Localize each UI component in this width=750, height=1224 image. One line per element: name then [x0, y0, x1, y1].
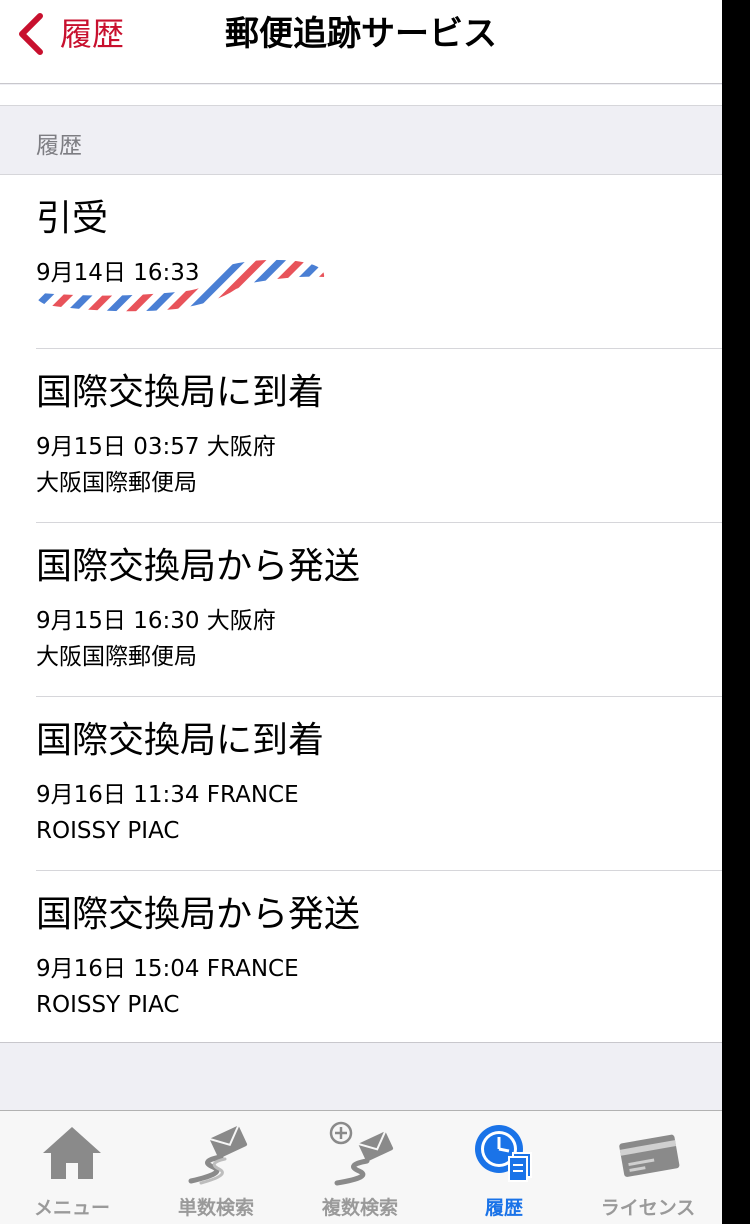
tab-bar: メニュー 単数検索 複数検索 履歴 ライセンス [0, 1110, 722, 1224]
tab-menu[interactable]: メニュー [0, 1111, 144, 1224]
history-row[interactable]: 国際交換局から発送 9月15日 16:30 大阪府 大阪国際郵便局 [0, 523, 722, 697]
screen-edge [722, 0, 750, 1224]
section-header-label: 履歴 [36, 133, 82, 159]
history-detail: 9月15日 03:57 大阪府 [36, 434, 276, 460]
home-icon [43, 1127, 101, 1179]
history-status: 引受 [36, 198, 109, 239]
history-row[interactable]: 国際交換局に到着 9月15日 03:57 大阪府 大阪国際郵便局 [0, 349, 722, 523]
tab-license[interactable]: ライセンス [576, 1111, 720, 1224]
section-header: 履歴 [0, 105, 722, 175]
history-detail: 9月16日 15:04 FRANCE [36, 956, 299, 982]
history-status: 国際交換局から発送 [36, 894, 361, 935]
tab-label: 履歴 [484, 1197, 523, 1219]
history-status: 国際交換局から発送 [36, 546, 361, 587]
page-title: 郵便追跡サービス [225, 14, 497, 54]
history-detail: 9月15日 16:30 大阪府 [36, 608, 276, 634]
history-office: ROISSY PIAC [36, 818, 180, 844]
tab-multi-search[interactable]: 複数検索 [288, 1111, 432, 1224]
tab-label: 複数検索 [321, 1197, 398, 1219]
single-search-icon [188, 1124, 248, 1185]
history-office: 大阪国際郵便局 [36, 644, 197, 670]
history-status: 国際交換局に到着 [36, 372, 325, 413]
history-status: 国際交換局に到着 [36, 720, 325, 761]
history-office: ROISSY PIAC [36, 992, 180, 1018]
navigation-bar: 履歴 郵便追跡サービス [0, 0, 722, 84]
history-detail: 9月16日 11:34 FRANCE [36, 782, 299, 808]
history-row[interactable]: 引受 9月14日 16:33 [0, 175, 722, 349]
history-row[interactable]: 国際交換局から発送 9月16日 15:04 FRANCE ROISSY PIAC [0, 871, 722, 1043]
history-row[interactable]: 国際交換局に到着 9月16日 11:34 FRANCE ROISSY PIAC [0, 697, 722, 871]
tab-label: 単数検索 [177, 1197, 254, 1219]
top-spacer [0, 85, 722, 105]
tab-single-search[interactable]: 単数検索 [144, 1111, 288, 1224]
tab-label: メニュー [33, 1197, 110, 1219]
license-icon [619, 1134, 680, 1177]
history-list: 引受 9月14日 16:33 国際交換局に到着 9月15日 03:57 大阪府 … [0, 175, 722, 1043]
history-office: 大阪国際郵便局 [36, 470, 197, 496]
airmail-stripe-decoration [36, 259, 325, 312]
multi-search-icon [329, 1121, 394, 1186]
history-icon [475, 1125, 532, 1182]
tab-label: ライセンス [600, 1197, 696, 1219]
tab-history[interactable]: 履歴 [432, 1111, 576, 1224]
